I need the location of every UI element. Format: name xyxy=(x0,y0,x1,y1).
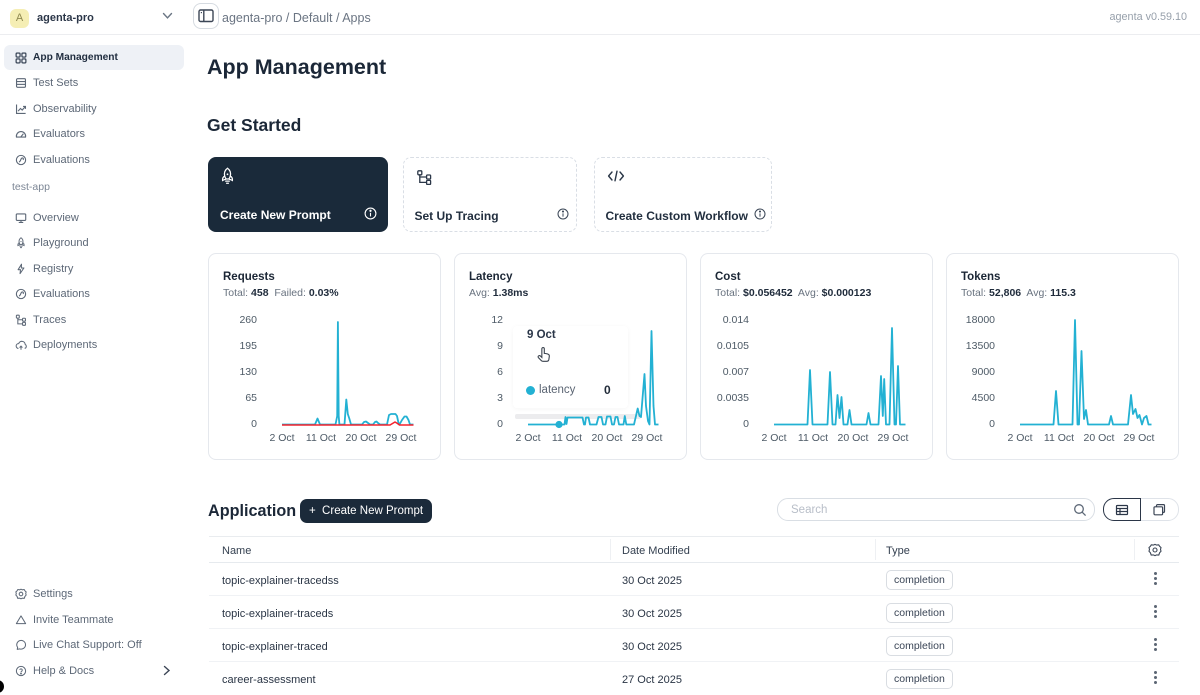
svg-text:9: 9 xyxy=(497,340,503,352)
svg-text:0: 0 xyxy=(251,418,257,430)
svg-text:2 Oct: 2 Oct xyxy=(515,432,540,444)
svg-text:0.0105: 0.0105 xyxy=(717,340,749,352)
svg-text:29 Oct: 29 Oct xyxy=(386,432,417,444)
svg-text:9000: 9000 xyxy=(972,366,996,378)
svg-text:6: 6 xyxy=(497,366,503,378)
svg-text:12: 12 xyxy=(491,314,503,326)
svg-text:0.007: 0.007 xyxy=(723,366,749,378)
svg-text:0: 0 xyxy=(989,418,995,430)
svg-text:20 Oct: 20 Oct xyxy=(838,432,869,444)
svg-text:0.0035: 0.0035 xyxy=(717,392,749,404)
svg-text:18000: 18000 xyxy=(966,314,995,326)
svg-text:13500: 13500 xyxy=(966,340,995,352)
svg-text:29 Oct: 29 Oct xyxy=(1124,432,1155,444)
svg-text:29 Oct: 29 Oct xyxy=(878,432,909,444)
svg-text:195: 195 xyxy=(239,340,257,352)
svg-text:20 Oct: 20 Oct xyxy=(346,432,377,444)
svg-text:11 Oct: 11 Oct xyxy=(306,432,336,444)
svg-text:11 Oct: 11 Oct xyxy=(1044,432,1074,444)
svg-text:20 Oct: 20 Oct xyxy=(592,432,623,444)
svg-text:11 Oct: 11 Oct xyxy=(798,432,828,444)
svg-text:0.014: 0.014 xyxy=(723,314,749,326)
svg-text:29 Oct: 29 Oct xyxy=(632,432,663,444)
svg-text:0: 0 xyxy=(497,418,503,430)
svg-text:0: 0 xyxy=(743,418,749,430)
svg-text:130: 130 xyxy=(239,366,257,378)
svg-text:4500: 4500 xyxy=(972,392,996,404)
svg-text:20 Oct: 20 Oct xyxy=(1084,432,1115,444)
svg-text:260: 260 xyxy=(239,314,257,326)
svg-text:3: 3 xyxy=(497,392,503,404)
svg-text:11 Oct: 11 Oct xyxy=(552,432,582,444)
svg-text:2 Oct: 2 Oct xyxy=(761,432,786,444)
svg-text:65: 65 xyxy=(245,392,257,404)
svg-text:2 Oct: 2 Oct xyxy=(1007,432,1032,444)
svg-text:2 Oct: 2 Oct xyxy=(269,432,294,444)
